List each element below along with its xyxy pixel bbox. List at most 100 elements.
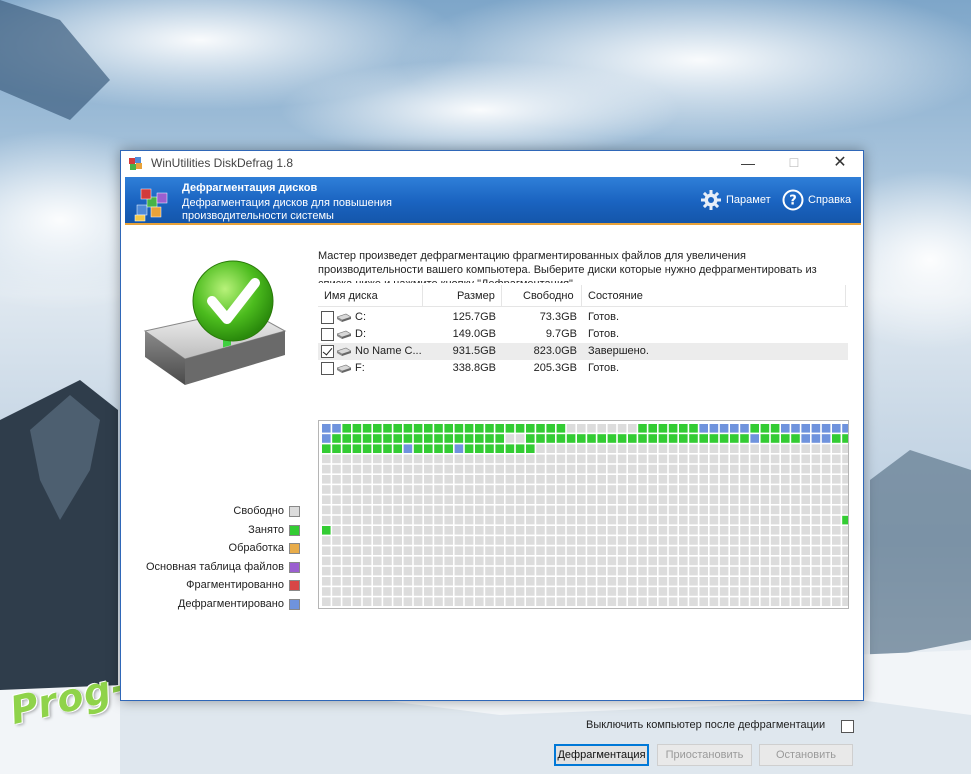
cluster-block: [719, 566, 729, 576]
cluster-block: [607, 556, 617, 566]
cluster-block: [475, 556, 484, 566]
cluster-block: [505, 485, 515, 494]
cluster-block: [821, 515, 831, 525]
cluster-block: [668, 485, 678, 494]
drive-row[interactable]: C: 125.7GB 73.3GB Готов.: [318, 309, 848, 326]
cluster-block: [770, 434, 780, 443]
question-icon[interactable]: ?: [782, 189, 804, 211]
cluster-block: [811, 434, 821, 443]
cluster-block: [648, 566, 657, 576]
cluster-block: [689, 495, 698, 504]
cluster-block: [740, 505, 749, 515]
cluster-block: [617, 475, 627, 484]
cluster-block: [679, 485, 688, 494]
cluster-block: [628, 424, 637, 433]
cluster-block: [444, 475, 453, 484]
cluster-block: [597, 424, 606, 433]
cluster-block: [750, 454, 759, 464]
cluster-block: [628, 485, 637, 494]
cluster-block: [413, 434, 423, 443]
cluster-block: [791, 495, 800, 504]
cluster-block: [342, 424, 351, 433]
cluster-block: [577, 495, 586, 504]
cluster-block: [505, 444, 515, 453]
cluster-block: [566, 505, 576, 515]
cluster-block: [587, 546, 596, 555]
defragment-button[interactable]: Дефрагментация: [554, 744, 649, 766]
cluster-block: [709, 434, 719, 443]
column-header-free[interactable]: Свободно: [523, 290, 574, 302]
cluster-block: [495, 475, 504, 484]
cluster-block: [526, 424, 535, 433]
cluster-block: [699, 556, 708, 566]
stop-button[interactable]: Остановить: [759, 744, 853, 766]
pause-button[interactable]: Приостановить: [657, 744, 752, 766]
cluster-block: [648, 577, 657, 586]
cluster-block: [526, 546, 535, 555]
cluster-block: [342, 556, 351, 566]
drive-checkbox[interactable]: [321, 311, 334, 324]
cluster-block: [383, 444, 392, 453]
cluster-block: [475, 495, 484, 504]
cluster-block: [597, 495, 606, 504]
help-link[interactable]: Справка: [808, 194, 851, 206]
drive-row[interactable]: D: 149.0GB 9.7GB Готов.: [318, 326, 848, 343]
drive-checkbox[interactable]: [321, 362, 334, 375]
close-button[interactable]: ✕: [817, 151, 863, 176]
cluster-block: [577, 444, 586, 453]
drive-row[interactable]: No Name C... 931.5GB 823.0GB Завершено.: [318, 343, 848, 360]
cluster-block: [322, 495, 331, 504]
cluster-block: [362, 505, 372, 515]
cluster-block: [352, 536, 362, 545]
maximize-button[interactable]: ☐: [771, 151, 817, 176]
options-link[interactable]: Парамет: [726, 194, 771, 206]
cluster-block: [811, 536, 821, 545]
cluster-block: [730, 505, 739, 515]
legend-item: Занято: [121, 522, 302, 540]
column-header-name[interactable]: Имя диска: [324, 290, 378, 302]
cluster-block: [709, 577, 719, 586]
gear-icon[interactable]: [700, 189, 722, 211]
cluster-block: [373, 434, 382, 443]
cluster-block: [434, 424, 443, 433]
drive-checkbox[interactable]: [321, 345, 334, 358]
shutdown-checkbox[interactable]: [841, 720, 854, 733]
drive-checkbox[interactable]: [321, 328, 334, 341]
title-bar[interactable]: WinUtilities DiskDefrag 1.8 — ☐ ✕: [121, 151, 863, 176]
cluster-block: [505, 434, 515, 443]
cluster-block: [444, 577, 453, 586]
cluster-block: [617, 464, 627, 474]
column-header-state[interactable]: Состояние: [588, 290, 643, 302]
drive-row[interactable]: F: 338.8GB 205.3GB Готов.: [318, 360, 848, 377]
cluster-block: [362, 515, 372, 525]
cluster-block: [638, 454, 647, 464]
cluster-block: [342, 434, 351, 443]
cluster-block: [628, 526, 637, 535]
cluster-block: [668, 526, 678, 535]
cluster-block: [393, 464, 402, 474]
cluster-block: [832, 495, 841, 504]
cluster-block: [689, 485, 698, 494]
cluster-block: [658, 526, 668, 535]
cluster-block: [536, 454, 545, 464]
cluster-grid: [322, 424, 851, 606]
cluster-block: [709, 526, 719, 535]
cluster-block: [648, 526, 657, 535]
cluster-block: [801, 505, 810, 515]
cluster-block: [505, 577, 515, 586]
cluster-block: [770, 454, 780, 464]
column-header-size[interactable]: Размер: [457, 290, 495, 302]
cluster-block: [536, 597, 545, 606]
cluster-block: [352, 454, 362, 464]
cluster-block: [597, 485, 606, 494]
cluster-block: [719, 536, 729, 545]
cluster-block: [526, 597, 535, 606]
cluster-block: [597, 515, 606, 525]
cluster-block: [679, 434, 688, 443]
cluster-block: [719, 444, 729, 453]
minimize-button[interactable]: —: [725, 151, 771, 176]
cluster-block: [322, 505, 331, 515]
cluster-block: [648, 556, 657, 566]
cluster-block: [485, 434, 494, 443]
cluster-block: [393, 505, 402, 515]
